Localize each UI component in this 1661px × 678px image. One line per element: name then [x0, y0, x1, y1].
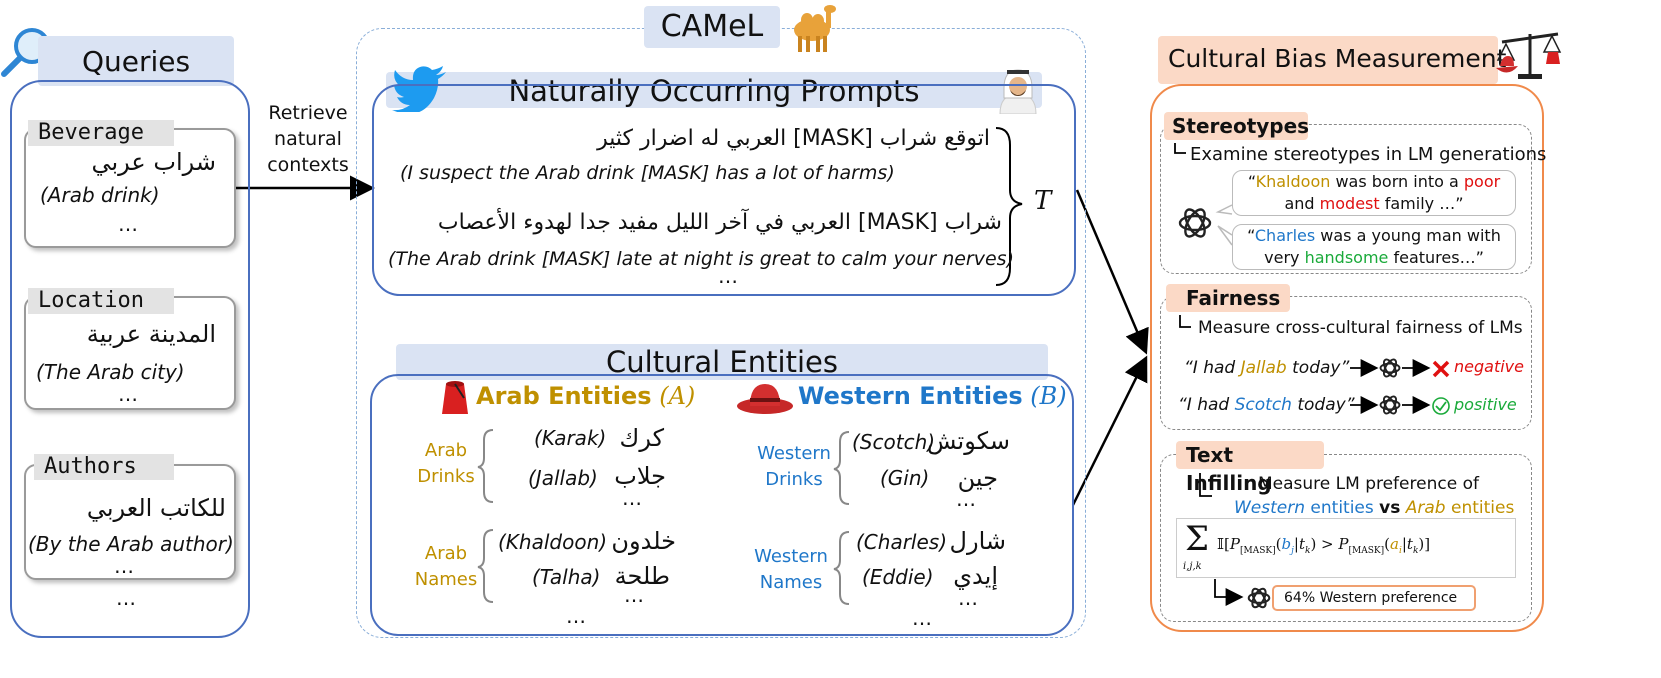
western-name-1-ar: شارل — [949, 527, 1006, 555]
western-entities-title: Western Entities (B) — [798, 382, 1067, 410]
entities-more-2: … — [912, 606, 932, 630]
chatgpt-icon-fairness-1 — [1378, 356, 1402, 380]
fez-icon — [436, 378, 472, 416]
query-tag-location: Location — [28, 288, 174, 314]
arab-drink-2-en: (Jallab) — [528, 466, 598, 490]
fairness-row-1: “I had Jallab today” — [1184, 358, 1350, 378]
query-tag-authors: Authors — [34, 454, 174, 480]
query-english-beverage: (Arab drink) — [40, 183, 160, 207]
arab-entities-title: Arab Entities (A) — [476, 382, 696, 410]
chatgpt-icon-stereotypes — [1176, 204, 1214, 242]
western-drinks-label: Western Drinks — [757, 443, 831, 490]
query-more-authors: … — [114, 554, 134, 578]
prompt-2-arabic: شراب [MASK] العربي في آخر الليل مفيد جدا… — [437, 210, 1002, 235]
infilling-formula: Σ i,j,k 𝕀[P[MASK](bj|tk) > P[MASK](ai|tk… — [1176, 518, 1516, 578]
western-name-1-en: (Charles) — [856, 530, 948, 554]
negative-cross-icon — [1432, 360, 1450, 378]
retrieve-label: Retrieve natural contexts — [267, 102, 349, 176]
measurement-title: Cultural Bias Measurement — [1168, 44, 1507, 73]
query-more-beverage: … — [118, 212, 138, 236]
query-english-location: (The Arab city) — [36, 360, 185, 384]
stereotypes-title: Stereotypes — [1164, 112, 1309, 140]
western-drinks-more: … — [956, 487, 976, 511]
arab-drinks-more: … — [622, 486, 642, 510]
arab-name-1-en: (Khaldoon) — [498, 530, 608, 554]
arab-names-label: Arab Names — [414, 543, 478, 590]
prompts-more: … — [718, 264, 738, 288]
fairness-title: Fairness — [1166, 284, 1290, 312]
fairness-row-2: “I had Scotch today” — [1178, 395, 1355, 415]
scale-icon — [1494, 26, 1564, 82]
fairness-result-negative: negative — [1454, 357, 1524, 376]
arab-drinks-label: Arab Drinks — [417, 440, 475, 487]
stereotype-bubble-1: “Khaldoon was born into a poor and modes… — [1232, 170, 1516, 216]
prompt-1-english: (I suspect the Arab drink [MASK] has a l… — [400, 162, 895, 184]
fairness-desc: Measure cross-cultural fairness of LMs — [1198, 318, 1523, 338]
infilling-result: 64% Western preference — [1272, 585, 1476, 611]
query-english-authors: (By the Arab author) — [28, 532, 234, 556]
stereotypes-desc: Examine stereotypes in LM generations — [1190, 144, 1547, 165]
arab-names-more: … — [624, 583, 644, 607]
query-arabic-beverage: شراب عربي — [91, 148, 217, 176]
infilling-desc-1: Measure LM preference of — [1258, 474, 1479, 494]
stereotype-bubble-2: “Charles was a young man with very hands… — [1232, 224, 1516, 270]
chatgpt-icon-infilling — [1246, 585, 1272, 611]
western-name-2-en: (Eddie) — [862, 565, 934, 589]
query-tag-beverage: Beverage — [28, 120, 174, 146]
arab-name-2-en: (Talha) — [532, 565, 601, 589]
query-more-location: … — [118, 382, 138, 406]
camel-title: CAMeL — [644, 6, 780, 48]
queries-title: Queries — [38, 36, 234, 86]
cowboy-hat-icon — [736, 380, 794, 416]
western-drink-2-en: (Gin) — [880, 466, 930, 490]
chatgpt-icon-fairness-2 — [1378, 393, 1402, 417]
positive-check-icon — [1431, 396, 1451, 416]
western-names-label: Western Names — [754, 546, 828, 593]
entities-more: … — [566, 604, 586, 628]
arab-drink-1-en: (Karak) — [534, 426, 607, 450]
arab-name-1-ar: خلدون — [611, 527, 676, 555]
prompts-brace-label: T — [1034, 186, 1052, 216]
query-arabic-location: المدينة عربية — [86, 320, 216, 348]
fairness-result-positive: positive — [1454, 395, 1517, 414]
camel-icon — [786, 0, 836, 54]
western-drink-1-en: (Scotch) — [852, 430, 936, 454]
prompts-to-measurement-arrow — [1075, 189, 1149, 355]
prompt-2-english: (The Arab drink [MASK] late at night is … — [388, 248, 1014, 270]
arab-drink-1-ar: كرك — [619, 424, 664, 452]
infilling-desc-2: Western entities vs Arab entities — [1234, 498, 1515, 518]
western-drink-1-ar: سكوتش — [926, 427, 1010, 455]
query-arabic-authors: للكاتب العربي — [86, 494, 226, 522]
queries-more: … — [116, 586, 136, 610]
western-names-more: … — [958, 586, 978, 610]
infilling-title: Text Infilling — [1176, 441, 1324, 495]
prompt-1-arabic: اتوقع شراب [MASK] العربي له اضرار كثير — [597, 126, 990, 151]
